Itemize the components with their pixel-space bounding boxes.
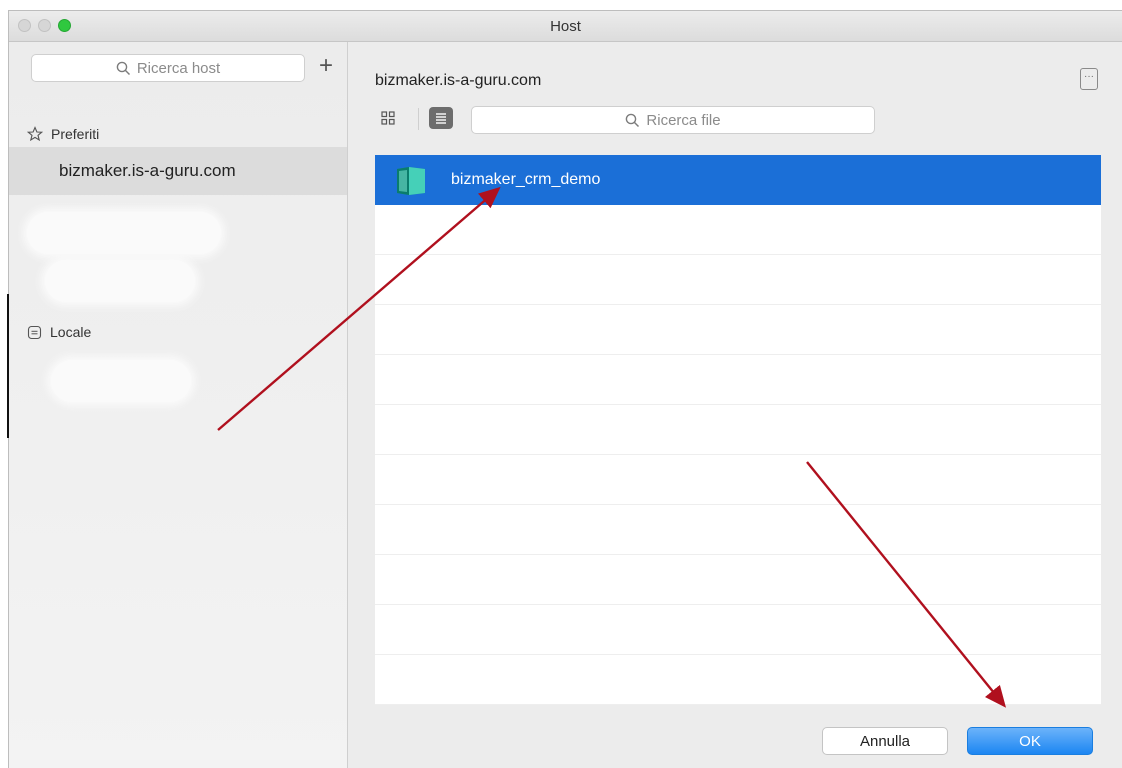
empty-row — [375, 255, 1101, 305]
empty-row — [375, 355, 1101, 405]
list-view-button[interactable] — [429, 107, 453, 129]
ok-button[interactable]: OK — [967, 727, 1093, 755]
favorites-section-header: Preferiti — [27, 126, 99, 142]
host-dialog-window: Host Ricerca host + Preferiti bizmaker.i… — [8, 10, 1122, 768]
favorite-host-item[interactable]: bizmaker.is-a-guru.com — [9, 147, 347, 195]
empty-row — [375, 655, 1101, 705]
file-name: bizmaker_crm_demo — [451, 171, 601, 188]
filemaker-file-icon — [397, 167, 425, 195]
list-view-icon — [436, 113, 446, 124]
host-search-input[interactable]: Ricerca host — [31, 54, 305, 82]
window-title: Host — [550, 18, 581, 35]
redacted-host-item — [45, 260, 195, 302]
hard-drive-icon — [27, 325, 42, 339]
cancel-button[interactable]: Annulla — [822, 727, 948, 755]
grid-view-icon[interactable] — [380, 110, 396, 126]
empty-row — [375, 555, 1101, 605]
view-toggle-divider — [418, 108, 419, 130]
file-list: bizmaker_crm_demo — [375, 155, 1101, 705]
empty-row — [375, 405, 1101, 455]
search-icon — [116, 61, 130, 75]
empty-row — [375, 605, 1101, 655]
add-host-button[interactable]: + — [315, 54, 337, 80]
favorite-host-label: bizmaker.is-a-guru.com — [59, 161, 236, 180]
file-search-input[interactable]: Ricerca file — [471, 106, 875, 134]
redacted-local-item — [51, 360, 191, 402]
edge-artifact — [7, 294, 9, 438]
file-row-selected[interactable]: bizmaker_crm_demo — [375, 155, 1101, 205]
file-browser-panel: bizmaker.is-a-guru.com ··· Ricerca file — [348, 42, 1122, 768]
empty-row — [375, 305, 1101, 355]
redacted-host-item — [27, 212, 221, 254]
file-search-placeholder: Ricerca file — [646, 111, 721, 129]
empty-row — [375, 505, 1101, 555]
sidebar: Ricerca host + Preferiti bizmaker.is-a-g… — [9, 42, 348, 768]
current-host-path: bizmaker.is-a-guru.com — [375, 72, 542, 89]
favorites-label: Preferiti — [51, 126, 100, 142]
file-info-icon[interactable]: ··· — [1080, 68, 1098, 90]
search-icon — [626, 113, 640, 127]
empty-row — [375, 455, 1101, 505]
local-section-header: Locale — [27, 324, 91, 340]
host-search-placeholder: Ricerca host — [136, 59, 221, 77]
local-label: Locale — [50, 324, 92, 340]
empty-row — [375, 205, 1101, 255]
title-bar: Host — [9, 11, 1122, 42]
star-icon — [27, 126, 43, 142]
